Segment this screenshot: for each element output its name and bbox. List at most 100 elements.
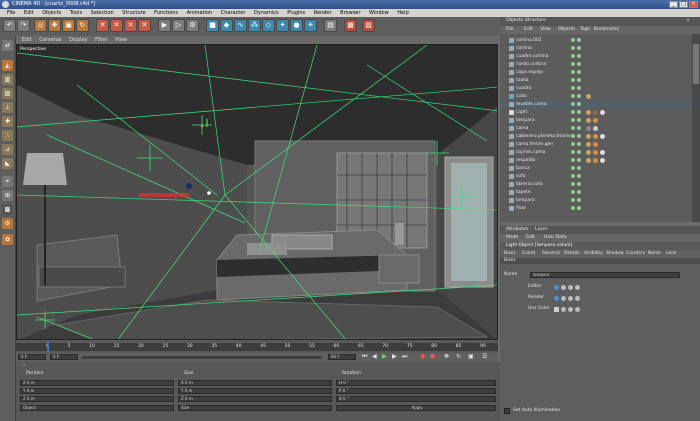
subtab-details[interactable]: Details [564,251,580,257]
tab-layer[interactable]: Layer [532,227,551,233]
menu-animation[interactable]: Animation [187,9,213,17]
scale-key-icon[interactable]: ▣ [468,354,474,360]
list-item[interactable]: respaldo [500,157,700,164]
light-icon[interactable]: ☀ [304,19,317,32]
position-x-field[interactable]: X 0 m [20,380,174,386]
subtab-caustics[interactable]: Caustics [626,251,645,257]
list-item[interactable]: cabecero.planeta.titanio [500,133,700,140]
list-item[interactable]: cama.frente.gen [500,141,700,148]
render-visibility-icon[interactable] [554,296,559,301]
points-mode-icon[interactable]: ∴ [2,130,13,141]
axis-mode-icon[interactable]: ⊥ [2,102,13,113]
tweak-mode-icon[interactable]: ✚ [2,116,13,127]
current-frame-field[interactable]: 0 F [18,354,46,360]
coord-system-icon[interactable]: ✕ [138,19,151,32]
menu-plugins[interactable]: Plugins [287,9,305,17]
tab-attributes[interactable]: Attributes [503,227,532,233]
object-list-scrollbar[interactable] [692,34,700,222]
render-settings-icon[interactable]: ⚙ [186,19,199,32]
apply-button[interactable]: Apply [336,405,496,411]
camera-icon[interactable]: ● [290,19,303,32]
list-item[interactable]: cojines.cama [500,149,700,156]
close-button[interactable]: × [689,1,698,8]
edges-mode-icon[interactable]: ⊿ [2,144,13,155]
menu-objects[interactable]: Objects [42,9,61,17]
size-x-field[interactable]: X 0 m [178,380,332,386]
nurbs-icon[interactable]: ◆ [220,19,233,32]
timeline-playhead[interactable] [47,342,49,352]
subtab-visibility[interactable]: Visibility [584,251,603,257]
panel-close-icon[interactable]: × [686,18,690,24]
list-item[interactable]: lampara [500,117,700,124]
record-icon[interactable]: ● [420,354,425,360]
menu-help[interactable]: Help [397,9,408,17]
object-mode-icon[interactable]: ▥ [2,74,13,85]
layout-icon[interactable]: ▤ [324,19,337,32]
menu-browser[interactable]: Browser [340,9,360,17]
menu-selection[interactable]: Selection [91,9,114,17]
list-item[interactable]: tapete [500,189,700,196]
model-mode-icon[interactable]: ◭ [2,60,13,71]
size-y-field[interactable]: Y 0 m [178,388,332,394]
name-field[interactable]: lampara [530,272,680,278]
size-mode-select[interactable]: Size [178,405,332,411]
polygons-mode-icon[interactable]: ◣ [2,158,13,169]
viewport-layout-icon[interactable]: ▦ [344,19,357,32]
editor-dot-icon[interactable] [561,285,566,290]
undo-icon[interactable]: ↶ [3,19,16,32]
list-item[interactable]: Light [500,109,700,116]
list-item[interactable]: banca [500,165,700,172]
viewport-menu-cameras[interactable]: Cameras [39,36,61,44]
list-item[interactable]: nardo.cortina [500,61,700,68]
list-item[interactable]: cuadro [500,85,700,92]
scene-icon[interactable]: ✦ [276,19,289,32]
list-item[interactable]: mueble.cama [500,101,700,108]
viewport-menu-edit[interactable]: Edit [22,36,32,44]
snap-icon[interactable]: ⌖ [2,176,13,187]
next-frame-icon[interactable]: ▶ [392,354,397,360]
list-item[interactable]: cama [500,125,700,132]
list-item[interactable]: floor [500,205,700,212]
object-menu-bookmarks[interactable]: Bookmarks [594,27,619,33]
scale-icon[interactable]: ▣ [62,19,75,32]
palette-icon[interactable]: ▨ [362,19,375,32]
go-end-icon[interactable]: ⏭ [402,354,407,360]
menu-render[interactable]: Render [314,9,332,17]
rotation-b-field[interactable]: B 0 ° [336,396,496,402]
object-menu-edit[interactable]: Edit [524,27,533,33]
list-item[interactable]: cortina.001 [500,37,700,44]
workplane-icon[interactable]: ⊞ [2,190,13,201]
subtab-lens[interactable]: Lens [666,251,676,257]
size-z-field[interactable]: Z 0 m [178,396,332,402]
cube-icon[interactable]: ■ [206,19,219,32]
object-menu-view[interactable]: View [540,27,551,33]
3d-viewport[interactable]: Perspective [16,44,498,340]
x-axis-icon[interactable]: ✕ [96,19,109,32]
play-icon[interactable]: ▶ [382,354,387,360]
list-item[interactable]: libreria.sofa [500,181,700,188]
viewport-menu-filter[interactable]: Filter [95,36,107,44]
color-swatch-icon[interactable] [554,307,559,312]
end-frame-field[interactable]: 90 F [328,354,356,360]
menu-window[interactable]: Window [369,9,389,17]
menu-functions[interactable]: Functions [154,9,178,17]
list-item[interactable]: cortina [500,45,700,52]
sculpt-icon[interactable]: ✿ [2,234,13,245]
object-menu-file[interactable]: File [506,27,514,33]
rotation-p-field[interactable]: P 0 ° [336,388,496,394]
texture-mode-icon[interactable]: ▧ [2,88,13,99]
array-icon[interactable]: ⁂ [248,19,261,32]
attr-menu-mode[interactable]: Mode [506,235,518,241]
z-axis-icon[interactable]: ✕ [124,19,137,32]
editor-dot-icon[interactable] [575,285,580,290]
list-item[interactable]: cuadro.cortina [500,53,700,60]
subtab-general[interactable]: General [542,251,560,257]
maximize-button[interactable]: □ [679,1,688,8]
attr-menu-edit[interactable]: Edit [526,235,535,241]
menu-tools[interactable]: Tools [70,9,82,17]
list-item[interactable]: cubo [500,93,700,100]
menu-file[interactable]: File [7,9,15,17]
menu-character[interactable]: Character [221,9,246,17]
attr-menu-user-data[interactable]: User Data [544,235,566,241]
subtab-basic[interactable]: Basic [504,251,516,257]
